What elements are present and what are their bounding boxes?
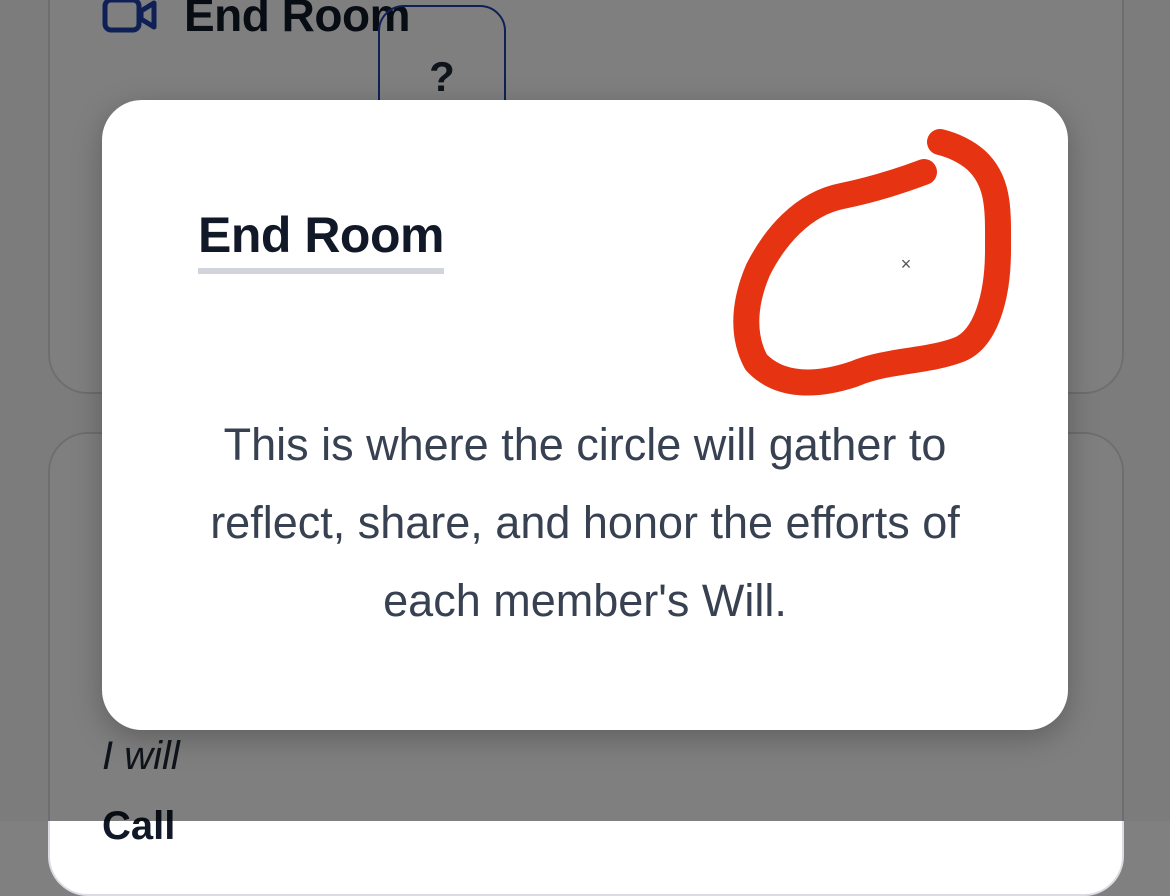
close-icon[interactable]: × bbox=[892, 250, 920, 278]
end-room-modal: End Room × This is where the circle will… bbox=[102, 100, 1068, 730]
modal-description: This is where the circle will gather to … bbox=[210, 419, 960, 626]
modal-title: End Room bbox=[198, 206, 444, 274]
